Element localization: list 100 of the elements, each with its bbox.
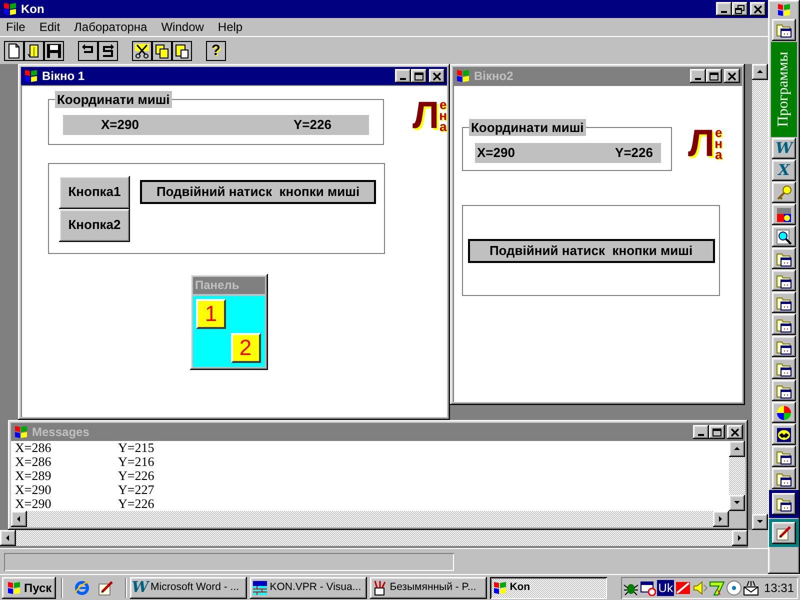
number-tile[interactable]: 2 — [230, 333, 260, 363]
folder-window-icon — [776, 272, 792, 288]
maximize-button[interactable] — [411, 69, 427, 83]
horizontal-scrollbar[interactable] — [11, 511, 729, 527]
toolbar-button[interactable]: X — [772, 160, 796, 181]
toolbar-button[interactable] — [152, 40, 172, 60]
flag-icon — [455, 68, 471, 84]
browser-icon[interactable] — [74, 580, 90, 596]
close-button[interactable] — [724, 69, 740, 83]
vertical-scrollbar[interactable] — [729, 441, 745, 511]
toolbar-button[interactable] — [772, 402, 796, 423]
folder-window-icon — [776, 360, 792, 376]
scroll-up-button[interactable] — [752, 64, 768, 80]
toolbar-button[interactable] — [98, 40, 118, 60]
close-button[interactable] — [727, 425, 743, 439]
programs-tab[interactable]: Программы — [771, 42, 797, 137]
toolbar-button[interactable] — [772, 182, 796, 203]
message-x: X=289 — [15, 469, 52, 483]
mail-icon[interactable] — [742, 580, 759, 596]
scroll-left-button[interactable] — [0, 530, 16, 546]
scrollbar-corner — [729, 511, 745, 527]
flag-icon — [6, 580, 22, 596]
push-button[interactable]: Кнопка2 — [59, 208, 130, 242]
menu-item[interactable]: Edit — [39, 18, 60, 36]
speaker-icon[interactable] — [692, 580, 708, 596]
toolbar-button[interactable] — [772, 446, 796, 467]
toolbar-button[interactable] — [772, 248, 796, 269]
horizontal-scrollbar[interactable] — [0, 530, 748, 546]
arrow-icon — [736, 534, 744, 542]
minimize-button[interactable] — [716, 2, 732, 16]
minimize-button[interactable] — [395, 69, 411, 83]
toolbar-button[interactable]: ? — [206, 40, 226, 60]
task-button[interactable]: KON.VPR - Visua... — [250, 576, 367, 598]
window-title: Вікно2 — [474, 68, 514, 85]
slash-icon[interactable] — [674, 580, 691, 596]
scroll-right-button[interactable] — [713, 511, 729, 527]
pen-icon[interactable] — [98, 580, 114, 596]
number-tile[interactable]: 1 — [196, 299, 226, 329]
toolbar-button[interactable] — [772, 424, 796, 445]
flag-icon — [13, 424, 29, 440]
task-button[interactable]: Kon — [490, 576, 607, 598]
toolbar-button[interactable] — [772, 270, 796, 291]
scroll-up-button[interactable] — [729, 441, 745, 457]
maximize-button[interactable] — [709, 425, 725, 439]
toolbar-button[interactable] — [172, 40, 192, 60]
calendar-icon[interactable] — [640, 580, 656, 596]
toolbar-button[interactable] — [772, 336, 796, 357]
menu-item[interactable]: Лабораторна — [74, 18, 148, 36]
message-x: X=290 — [15, 497, 52, 511]
toolbar-button[interactable]: W — [772, 138, 796, 159]
folder-window-icon — [776, 382, 792, 398]
toolbar-button[interactable] — [772, 292, 796, 313]
flag-icon — [2, 1, 18, 17]
group-label: Координати миші — [469, 119, 586, 136]
toolbar-button[interactable] — [772, 204, 796, 225]
toolbar-button[interactable] — [132, 40, 152, 60]
task-button[interactable]: Безымянный - P... — [370, 576, 487, 598]
close-icon — [432, 72, 442, 80]
vertical-scrollbar[interactable] — [752, 64, 768, 530]
minimize-button[interactable] — [693, 425, 709, 439]
toolbar-button[interactable] — [772, 468, 796, 489]
x-coordinate: X=290 — [477, 144, 515, 162]
logo-letter: н — [714, 138, 723, 149]
menu-item[interactable]: Help — [218, 18, 243, 36]
language-indicator[interactable]: Uk — [657, 580, 674, 596]
toolbar-button[interactable] — [24, 40, 44, 60]
color-wheel-icon — [776, 404, 792, 420]
arrow-icon — [4, 534, 12, 542]
push-button[interactable]: Кнопка1 — [59, 176, 130, 208]
close-icon — [727, 72, 737, 80]
toolbar-button[interactable] — [772, 226, 796, 247]
x-coordinate: X=290 — [101, 116, 139, 134]
close-button[interactable] — [750, 2, 766, 16]
toolbar-button[interactable] — [44, 40, 64, 60]
toolbar-button[interactable] — [4, 40, 24, 60]
new-page-icon — [6, 42, 22, 58]
close-icon — [730, 428, 740, 436]
start-button[interactable]: Пуск — [2, 576, 56, 598]
restore-button[interactable] — [732, 2, 748, 16]
toolbar-button[interactable] — [772, 380, 796, 401]
toolbar-button[interactable] — [78, 40, 98, 60]
scroll-down-button[interactable] — [752, 514, 768, 530]
toolbar-button[interactable] — [772, 358, 796, 379]
ribbon-icon[interactable] — [708, 580, 725, 596]
toolbar-button[interactable] — [772, 314, 796, 335]
maximize-button[interactable] — [706, 69, 722, 83]
scroll-left-button[interactable] — [11, 511, 27, 527]
toolbar-button[interactable] — [772, 19, 796, 41]
clock: 13:31 — [764, 580, 794, 596]
scroll-down-button[interactable] — [729, 495, 745, 511]
disc-icon[interactable] — [726, 580, 742, 596]
maximize-icon — [709, 72, 719, 80]
panel-title: Панель — [193, 277, 265, 294]
minimize-button[interactable] — [690, 69, 706, 83]
menu-item[interactable]: Window — [161, 18, 204, 36]
y-coordinate: Y=226 — [615, 144, 653, 162]
menu-item[interactable]: File — [6, 18, 26, 36]
scroll-right-button[interactable] — [732, 530, 748, 546]
flag-icon — [776, 2, 792, 18]
close-button[interactable] — [429, 69, 445, 83]
